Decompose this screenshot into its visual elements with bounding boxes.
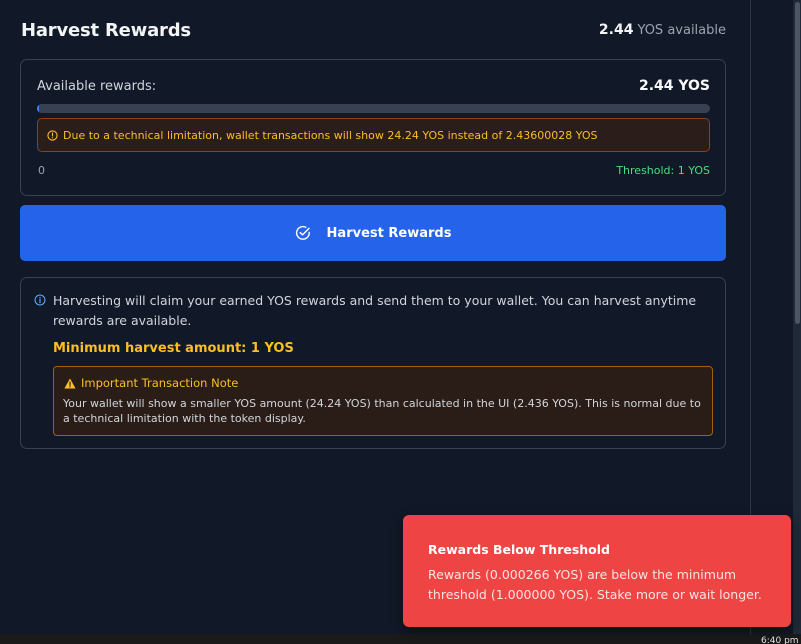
- page-header: Harvest Rewards 2.44 YOS available: [21, 18, 726, 42]
- note-title-row: Important Transaction Note: [64, 376, 238, 390]
- alert-circle-icon: [47, 129, 58, 141]
- toast-body: Rewards (0.000266 YOS) are below the min…: [428, 567, 762, 602]
- note-title: Important Transaction Note: [81, 376, 239, 390]
- check-circle-icon: [295, 225, 310, 240]
- progress-scale: 0 Threshold: 1 YOS: [38, 164, 710, 177]
- available-summary: 2.44 YOS available: [599, 22, 726, 38]
- note-body: Your wallet will show a smaller YOS amou…: [63, 397, 701, 425]
- rewards-below-threshold-toast[interactable]: Rewards Below Threshold Rewards (0.00026…: [403, 515, 791, 627]
- warning-triangle-icon: [64, 378, 76, 388]
- info-icon: [34, 294, 46, 306]
- harvest-rewards-page: Harvest Rewards 2.44 YOS available Availa…: [0, 0, 801, 644]
- warning-text: Due to a technical limitation, wallet tr…: [63, 128, 598, 142]
- harvest-button-label: Harvest Rewards: [326, 225, 452, 241]
- toast-title: Rewards Below Threshold: [428, 542, 610, 557]
- page-title: Harvest Rewards: [21, 19, 191, 41]
- rewards-card: Available rewards: 2.44 YOS Due to a tec…: [20, 59, 726, 196]
- technical-limitation-warning: Due to a technical limitation, wallet tr…: [37, 118, 710, 152]
- harvest-info-card: Harvesting will claim your earned YOS re…: [20, 277, 726, 449]
- taskbar: [0, 634, 801, 644]
- rewards-row: Available rewards: 2.44 YOS: [37, 78, 710, 94]
- available-amount: 2.44: [598, 22, 634, 38]
- transaction-note-box: Important Transaction Note Your wallet w…: [53, 366, 713, 436]
- rewards-progress-fill: [37, 104, 40, 113]
- rewards-progress-bar: [37, 104, 710, 113]
- minimum-harvest-amount: Minimum harvest amount: 1 YOS: [53, 341, 294, 356]
- rewards-label: Available rewards:: [37, 78, 157, 94]
- scrollbar-thumb[interactable]: [795, 2, 800, 324]
- taskbar-clock: 6:40 pm: [761, 636, 799, 644]
- available-suffix: YOS available: [637, 23, 726, 38]
- harvest-info-text: Harvesting will claim your earned YOS re…: [53, 293, 697, 328]
- rewards-value: 2.44 YOS: [638, 78, 710, 94]
- harvest-rewards-button[interactable]: Harvest Rewards: [20, 205, 726, 261]
- scale-min-label: 0: [38, 164, 45, 177]
- threshold-label: Threshold: 1 YOS: [616, 164, 710, 177]
